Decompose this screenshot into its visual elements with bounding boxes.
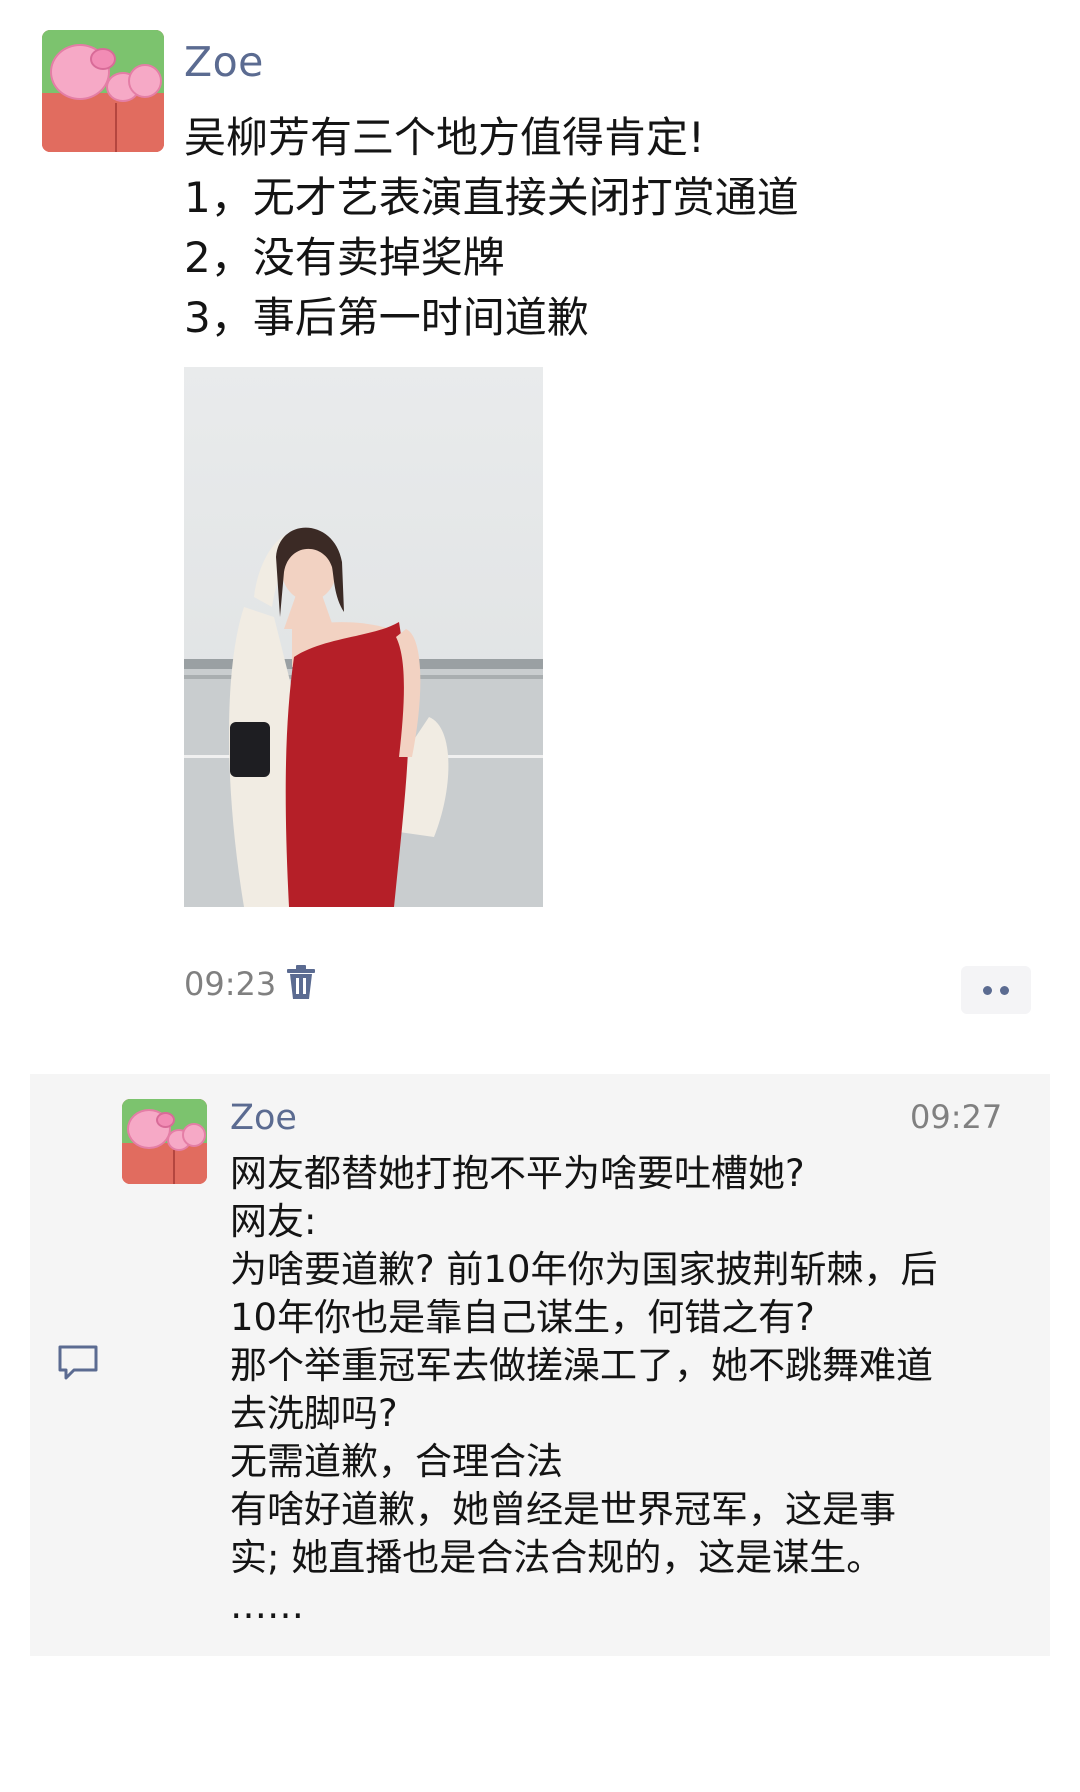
- photo-illustration: [184, 367, 543, 907]
- more-icon[interactable]: [961, 966, 1031, 1014]
- comment-line: 实; 她直播也是合法合规的，这是谋生。: [230, 1536, 884, 1579]
- comment-line: ……: [230, 1584, 304, 1627]
- post-timestamp: 09:23: [184, 965, 277, 1003]
- comment-line: 为啥要道歉? 前10年你为国家披荆斩棘，后: [230, 1248, 938, 1291]
- comment-icon[interactable]: [57, 1344, 99, 1382]
- comment-line: 无需道歉，合理合法: [230, 1440, 563, 1483]
- comment-line: 那个举重冠军去做搓澡工了，她不跳舞难道: [230, 1344, 933, 1387]
- comment-timestamp: 09:27: [910, 1098, 1003, 1136]
- comment-line: 10年你也是靠自己谋生，何错之有?: [230, 1296, 815, 1339]
- post-line: 3，事后第一时间道歉: [184, 293, 589, 342]
- post-photo[interactable]: [184, 367, 543, 907]
- comment-author-name[interactable]: Zoe: [230, 1098, 297, 1138]
- comment-author-avatar[interactable]: [122, 1099, 207, 1184]
- author-avatar[interactable]: [42, 30, 164, 152]
- comment-line: 网友:: [230, 1200, 317, 1243]
- trash-icon[interactable]: [285, 964, 317, 1000]
- post-text: 吴柳芳有三个地方值得肯定! 1，无才艺表演直接关闭打赏通道 2，没有卖掉奖牌 3…: [184, 108, 1034, 348]
- author-name[interactable]: Zoe: [184, 38, 264, 86]
- post-line: 吴柳芳有三个地方值得肯定!: [184, 113, 705, 162]
- post-line: 2，没有卖掉奖牌: [184, 233, 505, 282]
- comment-line: 网友都替她打抱不平为啥要吐槽她?: [230, 1152, 805, 1195]
- comment-line: 去洗脚吗?: [230, 1392, 398, 1435]
- comment-text: 网友都替她打抱不平为啥要吐槽她? 网友: 为啥要道歉? 前10年你为国家披荆斩棘…: [230, 1150, 1020, 1630]
- comment-line: 有啥好道歉，她曾经是世界冠军，这是事: [230, 1488, 896, 1531]
- post-line: 1，无才艺表演直接关闭打赏通道: [184, 173, 799, 222]
